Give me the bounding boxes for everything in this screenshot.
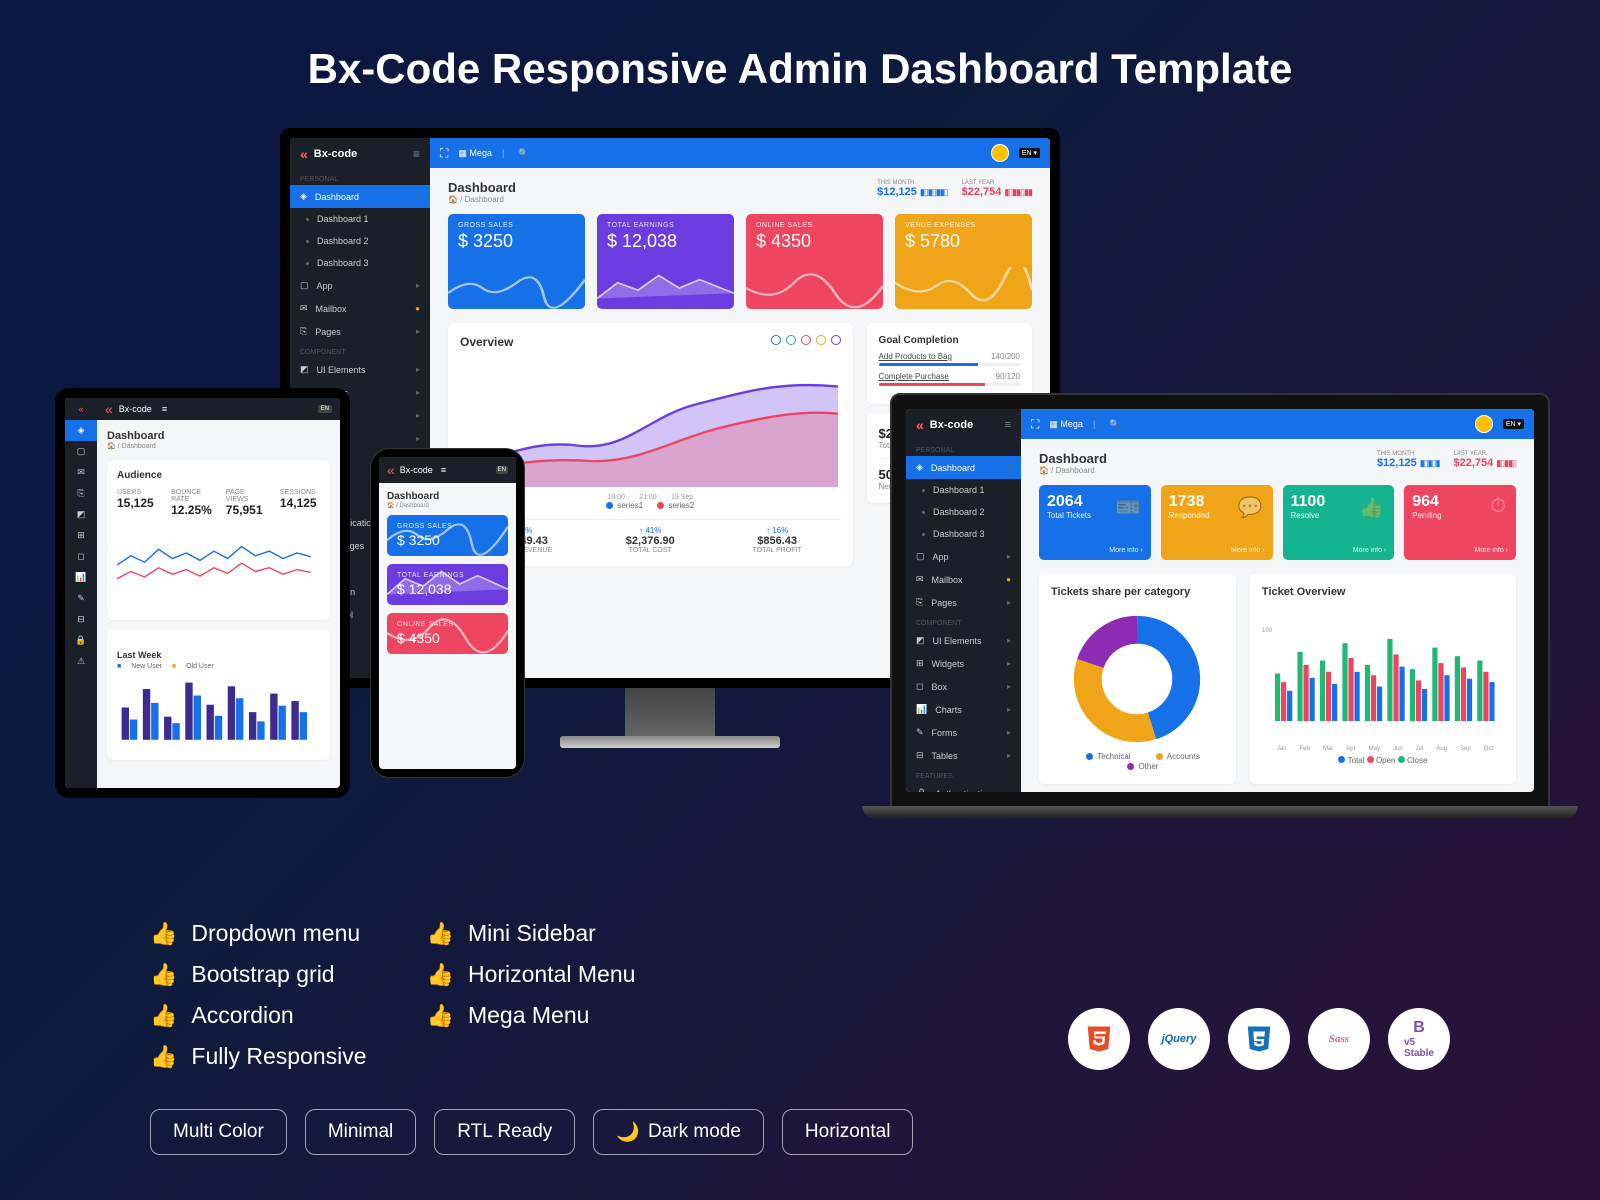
- chart-toolbar[interactable]: [771, 335, 841, 345]
- laptop-device: «Bx-code≡ PERSONAL ◈ Dashboard▾ Dashboar…: [890, 393, 1550, 808]
- html5-icon: [1068, 1008, 1130, 1070]
- donut-chart: [1072, 614, 1202, 744]
- stat-gross-sales[interactable]: GROSS SALES $ 3250: [448, 214, 585, 309]
- sidebar-item-dash1[interactable]: Dashboard 1: [290, 208, 430, 230]
- tag-darkmode[interactable]: 🌙Dark mode: [593, 1109, 764, 1155]
- card-responded[interactable]: 1738Responded💬More info ›: [1161, 485, 1273, 560]
- moon-icon: 🌙: [616, 1120, 640, 1144]
- sass-icon: Sass: [1308, 1008, 1370, 1070]
- last-week-chart: [117, 670, 320, 745]
- locale-badge[interactable]: EN ▾: [1019, 148, 1040, 158]
- css3-icon: [1228, 1008, 1290, 1070]
- audience-panel: Audience USERS15,125 Bounce Rate12.25% P…: [107, 460, 330, 620]
- feature-mini-sidebar: 👍Mini Sidebar: [427, 920, 636, 947]
- page-title: Dashboard: [448, 180, 516, 195]
- sidebar-item-mailbox[interactable]: ✉ Mailbox●: [290, 297, 430, 320]
- breadcrumb: 🏠 / Dashboard: [448, 195, 516, 204]
- sidebar-item-ui[interactable]: ◩ UI Elements▸: [290, 358, 430, 381]
- feature-bootstrap: 👍Bootstrap grid: [150, 961, 367, 988]
- logo-icon: «: [300, 146, 308, 162]
- thumbs-up-icon: 👍: [150, 921, 177, 947]
- tablet-sidebar: « ◈ ▢ ✉ ⎘ ◩ ⊞ ◻ 📊 ✎ ⊟ 🔒 ⚠: [65, 398, 97, 788]
- sidebar-item-app[interactable]: ▢ App▸: [290, 274, 430, 297]
- svg-text:100: 100: [1262, 628, 1273, 634]
- audience-chart: [117, 525, 320, 605]
- devices-showcase: « Bx-code ≡ PERSONAL ◈ Dashboard▾ Dashbo…: [0, 128, 1600, 848]
- tag-horizontal[interactable]: Horizontal: [782, 1109, 914, 1155]
- brand[interactable]: « Bx-code ≡: [290, 138, 430, 170]
- laptop-sidebar: «Bx-code≡ PERSONAL ◈ Dashboard▾ Dashboar…: [906, 409, 1021, 792]
- stat-online-sales[interactable]: ONLINE SALES $ 4350: [746, 214, 883, 309]
- tech-icons: jQuery Sass B v5Stable: [1068, 1008, 1450, 1070]
- feature-mega: 👍Mega Menu: [427, 1002, 636, 1029]
- ticket-bar-chart: 100: [1262, 606, 1504, 741]
- tags-row: Multi Color Minimal RTL Ready 🌙Dark mode…: [150, 1109, 913, 1155]
- thumbs-up-icon: 👍: [150, 1003, 177, 1029]
- tag-rtl[interactable]: RTL Ready: [434, 1109, 575, 1155]
- tag-multicolor[interactable]: Multi Color: [150, 1109, 287, 1155]
- goal-panel: Goal Completion Add Products to Bag140/2…: [867, 323, 1032, 404]
- search-icon[interactable]: 🔍: [518, 148, 529, 159]
- tablet-device: « ◈ ▢ ✉ ⎘ ◩ ⊞ ◻ 📊 ✎ ⊟ 🔒 ⚠ «Bx-code≡ EN: [55, 388, 350, 798]
- fullscreen-icon[interactable]: ⛶: [440, 146, 448, 161]
- donut-panel: Tickets share per category Technical: [1039, 574, 1236, 784]
- last-week-panel: Last Week ■ New User ■ Old User: [107, 630, 330, 760]
- feature-horizontal: 👍Horizontal Menu: [427, 961, 636, 988]
- feature-dropdown: 👍Dropdown menu: [150, 920, 367, 947]
- feature-responsive: 👍Fully Responsive: [150, 1043, 367, 1070]
- header-metrics: THIS MONTH $12,125▮▯▮▯▮▮▯ LAST YEAR $22,…: [877, 180, 1032, 198]
- thumbs-up-icon: 👍: [427, 962, 454, 988]
- mega-menu[interactable]: ▦ Mega: [458, 148, 492, 159]
- topbar: ⛶ ▦ Mega | 🔍 EN ▾: [430, 138, 1050, 168]
- phone-device: «Bx-code≡ EN Dashboard 🏠 / Dashboard GRO…: [370, 448, 525, 778]
- sidebar-item-dash3[interactable]: Dashboard 3: [290, 252, 430, 274]
- sidebar-item-pages[interactable]: ⎘ Pages▸: [290, 320, 430, 343]
- hero-title: Bx-Code Responsive Admin Dashboard Templ…: [0, 0, 1600, 93]
- thumbs-up-icon: 👍: [150, 962, 177, 988]
- jquery-icon: jQuery: [1148, 1008, 1210, 1070]
- card-total-tickets[interactable]: 2064Total Tickets🎫More info ›: [1039, 485, 1151, 560]
- phone-topbar: «Bx-code≡ EN: [379, 457, 516, 483]
- feature-accordion: 👍Accordion: [150, 1002, 367, 1029]
- avatar[interactable]: [991, 144, 1009, 162]
- thumbs-up-icon: 👍: [150, 1044, 177, 1070]
- card-pending[interactable]: 964Pending⏱More info ›: [1404, 485, 1516, 560]
- bar-panel: Ticket Overview 100: [1250, 574, 1516, 784]
- bootstrap-icon: B v5Stable: [1388, 1008, 1450, 1070]
- stat-venue-expenses[interactable]: VENUE EXPENSES $ 5780: [895, 214, 1032, 309]
- tag-minimal[interactable]: Minimal: [305, 1109, 416, 1155]
- stat-total-earnings[interactable]: TOTAL EARNINGS $ 12,038: [597, 214, 734, 309]
- thumbs-up-icon: 👍: [427, 921, 454, 947]
- features-area: 👍Dropdown menu 👍Bootstrap grid 👍Accordio…: [150, 920, 1450, 1070]
- sidebar-item-dashboard[interactable]: ◈ Dashboard▾: [290, 185, 430, 208]
- sidebar-item-dash2[interactable]: Dashboard 2: [290, 230, 430, 252]
- menu-icon[interactable]: ≡: [413, 147, 420, 161]
- thumbs-up-icon: 👍: [427, 1003, 454, 1029]
- card-resolve[interactable]: 1100Resolve👍More info ›: [1283, 485, 1395, 560]
